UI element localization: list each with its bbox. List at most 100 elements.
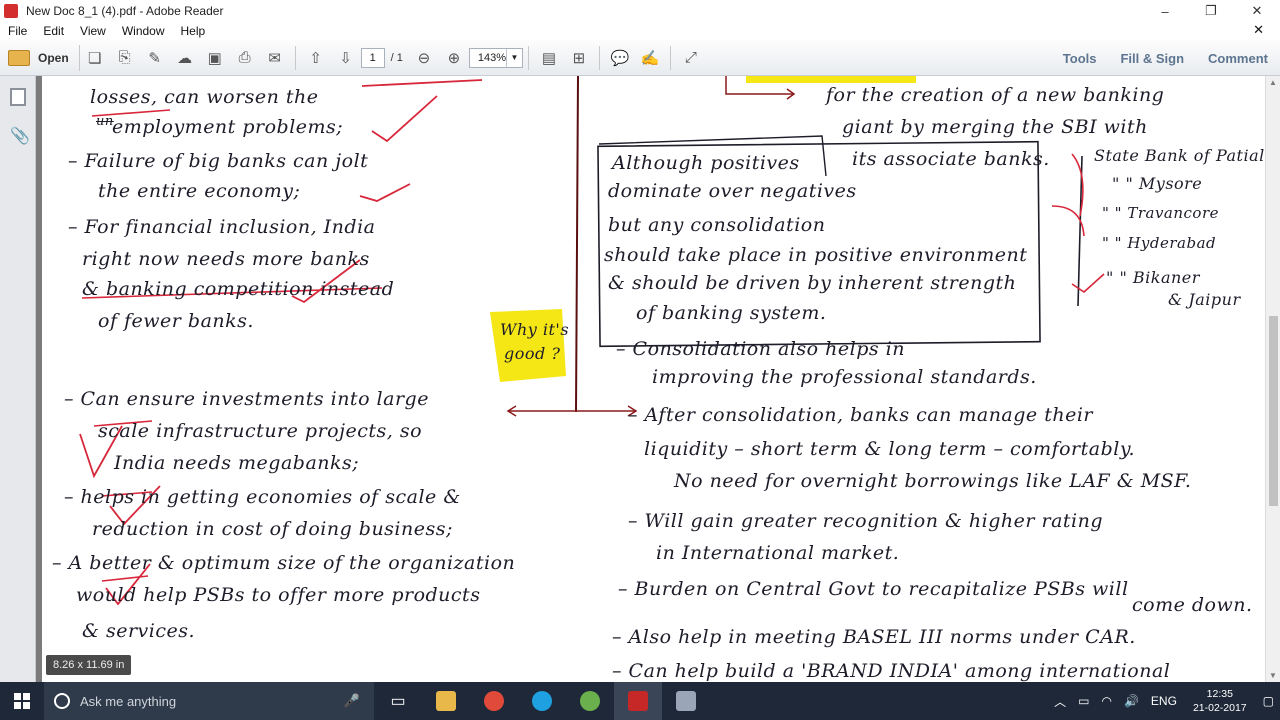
toolbar-divider <box>669 45 671 70</box>
note-line: come down. <box>1132 594 1253 616</box>
window-controls: – ❐ ✕ <box>1142 0 1280 22</box>
zoom-out-icon[interactable]: ⊖ <box>412 46 436 70</box>
note-line: scale infrastructure projects, so <box>98 420 423 442</box>
open-button[interactable]: Open <box>8 44 80 71</box>
menu-file[interactable]: File <box>0 24 35 38</box>
note-line: & banking competition instead <box>82 278 395 300</box>
skype-icon[interactable] <box>518 682 566 720</box>
folder-icon <box>8 49 30 66</box>
why-note: Why it's <box>500 320 570 339</box>
menu-window[interactable]: Window <box>114 24 173 38</box>
menu-edit[interactable]: Edit <box>35 24 72 38</box>
pdf-page: losses, can worsen the un employment pro… <box>42 76 1265 682</box>
scroll-down-icon[interactable]: ▼ <box>1269 671 1277 680</box>
clock[interactable]: 12:35 21-02-2017 <box>1183 687 1257 715</box>
toolbar: Open ❏ ⎘ ✎ ☁ ▣ ⎙ ✉ ⇧ ⇩ 1 / 1 ⊖ ⊕ 143% ▼ … <box>0 40 1280 76</box>
fit-page-icon[interactable]: ▤ <box>537 46 561 70</box>
edit-pdf-icon[interactable]: ✎ <box>143 46 167 70</box>
sign-icon[interactable]: ✍ <box>638 46 662 70</box>
toolbar-divider <box>294 45 296 70</box>
language-indicator[interactable]: ENG <box>1145 694 1183 708</box>
bank-item: " " Hyderabad <box>1102 234 1217 252</box>
note-line: liquidity – short term & long term – com… <box>644 438 1136 460</box>
comment-bubble-icon[interactable]: 💬 <box>608 46 632 70</box>
vertical-scrollbar[interactable]: ▲ ▼ <box>1265 76 1280 682</box>
system-tray: ︿ ▭ ◠ 🔊 ENG 12:35 21-02-2017 ▢ <box>1048 682 1280 720</box>
scroll-thumb[interactable] <box>1269 316 1278 506</box>
box-line: but any consolidation <box>608 214 826 236</box>
note-line: giant by merging the SBI with <box>842 116 1148 138</box>
fit-width-icon[interactable]: ⊞ <box>567 46 591 70</box>
print-icon[interactable]: ⎙ <box>233 46 257 70</box>
movie-maker-icon[interactable] <box>662 682 710 720</box>
close-document-icon[interactable]: ✕ <box>1245 22 1272 38</box>
window-title: New Doc 8_1 (4).pdf - Adobe Reader <box>26 4 224 18</box>
menu-bar: File Edit View Window Help ✕ <box>0 22 1280 40</box>
next-page-icon[interactable]: ⇩ <box>334 46 358 70</box>
zoom-select[interactable]: 143% ▼ <box>468 47 523 68</box>
cortana-search[interactable]: Ask me anything 🎤 <box>44 682 374 720</box>
note-line: its associate banks. <box>852 148 1050 170</box>
show-hidden-icons[interactable]: ︿ <box>1048 693 1072 710</box>
cloud-upload-icon[interactable]: ☁ <box>173 46 197 70</box>
cortana-icon <box>54 693 70 709</box>
export-pdf-icon[interactable]: ⎘ <box>113 46 137 70</box>
utorrent-icon[interactable] <box>566 682 614 720</box>
note-line: No need for overnight borrowings like LA… <box>674 470 1192 492</box>
bank-item: " " Mysore <box>1112 174 1203 193</box>
task-view-icon[interactable]: ▭ <box>374 682 422 720</box>
note-line: would help PSBs to offer more products <box>76 584 481 606</box>
note-line: of fewer banks. <box>98 310 254 332</box>
file-explorer-icon[interactable] <box>422 682 470 720</box>
attachment-icon[interactable]: 📎 <box>10 126 30 146</box>
previous-page-icon[interactable]: ⇧ <box>304 46 328 70</box>
fullscreen-icon[interactable]: ⤢ <box>679 46 703 70</box>
windows-icon <box>14 693 30 709</box>
action-center-icon[interactable]: ▢ <box>1257 694 1280 708</box>
menu-view[interactable]: View <box>72 24 114 38</box>
box-line: & should be driven by inherent strength <box>608 272 1017 294</box>
comment-tab[interactable]: Comment <box>1196 51 1280 66</box>
note-line: – Consolidation also helps in <box>616 338 905 360</box>
note-line: – helps in getting economies of scale & <box>64 486 461 508</box>
note-line: & services. <box>82 620 196 642</box>
title-bar: New Doc 8_1 (4).pdf - Adobe Reader – ❐ ✕ <box>0 0 1280 22</box>
note-line: improving the professional standards. <box>652 366 1037 388</box>
restore-button[interactable]: ❐ <box>1188 0 1234 22</box>
wifi-icon[interactable]: ◠ <box>1095 694 1117 708</box>
close-button[interactable]: ✕ <box>1234 0 1280 22</box>
page-thumbnails-icon[interactable] <box>10 88 26 106</box>
document-viewport[interactable]: losses, can worsen the un employment pro… <box>36 76 1265 682</box>
tools-tab[interactable]: Tools <box>1051 51 1109 66</box>
toolbar-right-panel: Tools Fill & Sign Comment <box>1051 40 1280 76</box>
clock-date: 21-02-2017 <box>1192 702 1247 714</box>
note-line: in International market. <box>656 542 900 564</box>
note-line: – Will gain greater recognition & higher… <box>628 510 1104 532</box>
fill-sign-tab[interactable]: Fill & Sign <box>1108 51 1196 66</box>
chrome-icon[interactable] <box>470 682 518 720</box>
note-line: – For financial inclusion, India <box>68 216 376 238</box>
email-icon[interactable]: ✉ <box>263 46 287 70</box>
zoom-in-icon[interactable]: ⊕ <box>442 46 466 70</box>
note-line: reduction in cost of doing business; <box>92 518 453 540</box>
page-number-input[interactable]: 1 <box>360 47 385 68</box>
microphone-icon[interactable]: 🎤 <box>344 693 360 709</box>
create-pdf-icon[interactable]: ❏ <box>83 46 107 70</box>
menu-help[interactable]: Help <box>173 24 214 38</box>
box-line: Although positives <box>612 152 800 174</box>
taskbar: Ask me anything 🎤 ▭ ︿ ▭ ◠ 🔊 ENG 12:35 21… <box>0 682 1280 720</box>
minimize-button[interactable]: – <box>1142 0 1188 22</box>
note-line: – Burden on Central Govt to recapitalize… <box>618 578 1129 600</box>
start-button[interactable] <box>0 682 44 720</box>
search-placeholder: Ask me anything <box>80 693 177 709</box>
battery-icon[interactable]: ▭ <box>1072 694 1095 708</box>
adobe-reader-icon[interactable] <box>614 682 662 720</box>
bank-item: & Jaipur <box>1168 290 1241 309</box>
acrobat-icon <box>4 4 18 18</box>
toolbar-divider <box>598 45 600 70</box>
save-icon[interactable]: ▣ <box>203 46 227 70</box>
why-note: good ? <box>504 344 561 363</box>
highlight-mark <box>746 76 916 83</box>
volume-icon[interactable]: 🔊 <box>1118 694 1145 708</box>
scroll-up-icon[interactable]: ▲ <box>1269 78 1277 87</box>
